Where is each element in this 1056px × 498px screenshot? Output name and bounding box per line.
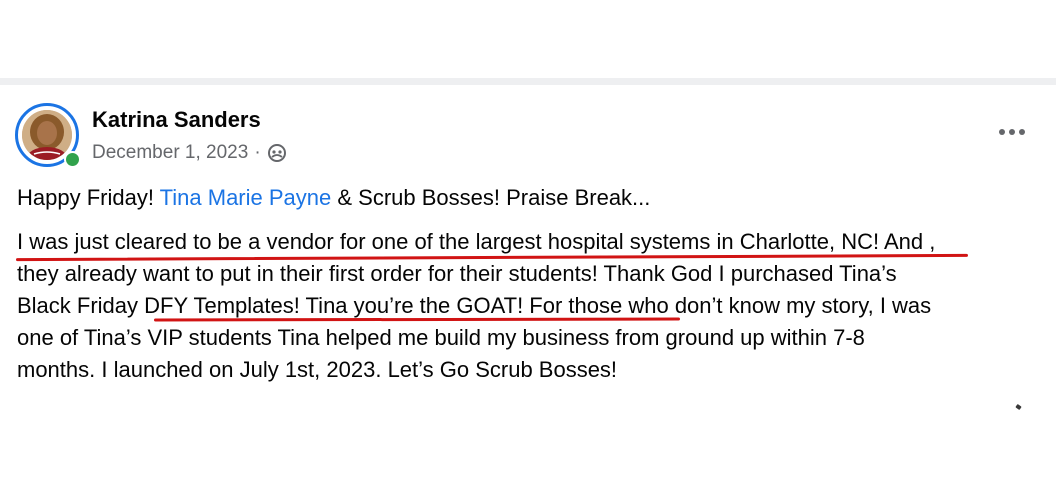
- feed-divider: [0, 78, 1056, 85]
- author-name[interactable]: Katrina Sanders: [92, 107, 261, 133]
- post-text-line-6: months. I launched on July 1st, 2023. Le…: [17, 357, 618, 382]
- greeting-text-suffix: & Scrub Bosses! Praise Break...: [331, 185, 651, 210]
- more-options-icon: [999, 129, 1025, 135]
- post-text-line-2: I was just cleared to be a vendor for on…: [17, 229, 936, 254]
- post-date[interactable]: December 1, 2023: [92, 142, 248, 164]
- stray-mark: [1015, 403, 1022, 411]
- more-options-button[interactable]: [990, 119, 1034, 145]
- post-text-line-1: Happy Friday! Tina Marie Payne & Scrub B…: [17, 182, 1047, 214]
- post-text-line-3: they already want to put in their first …: [17, 261, 897, 286]
- online-status-dot: [64, 151, 81, 168]
- post-card: Katrina Sanders December 1, 2023 · Happy…: [0, 85, 1056, 498]
- mention-link[interactable]: Tina Marie Payne: [160, 185, 332, 210]
- friends-icon[interactable]: [267, 143, 287, 163]
- post-meta: December 1, 2023 ·: [92, 142, 287, 164]
- meta-separator: ·: [254, 142, 261, 163]
- profile-photo: [22, 110, 72, 160]
- post-text-line-5: one of Tina’s VIP students Tina helped m…: [17, 325, 865, 350]
- greeting-text: Happy Friday!: [17, 185, 160, 210]
- avatar[interactable]: [15, 103, 81, 168]
